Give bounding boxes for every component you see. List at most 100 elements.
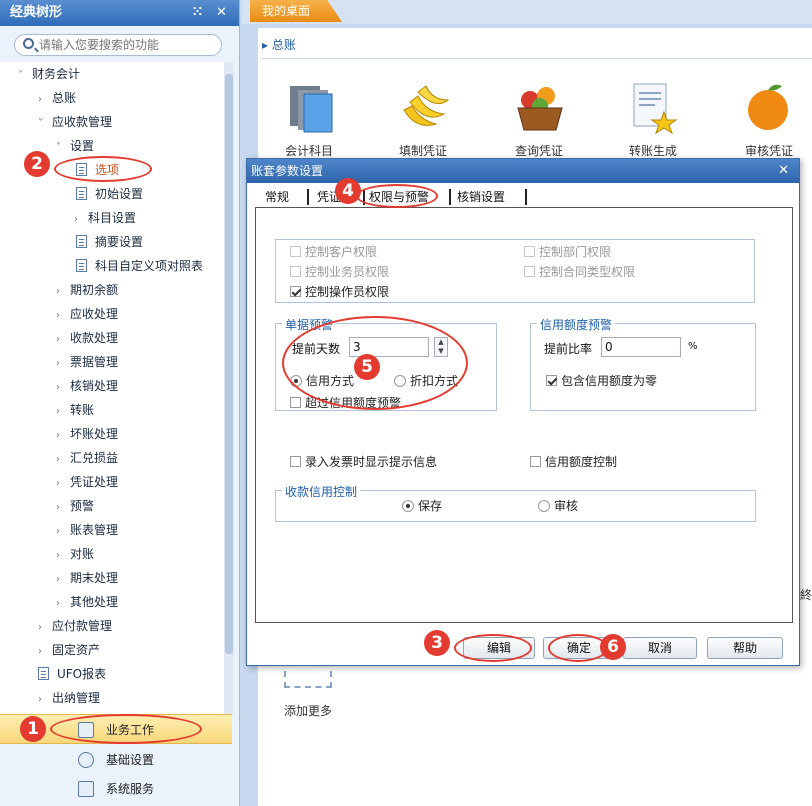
chevron-right-icon[interactable]: › — [56, 568, 70, 592]
chevron-right-icon[interactable]: › — [56, 520, 70, 544]
chevron-right-icon[interactable]: › — [56, 424, 70, 448]
tree-item-bad-debt[interactable]: › 坏账处理 — [56, 422, 118, 446]
chevron-down-icon[interactable]: ˅ — [18, 64, 32, 88]
tree-item-ufo-report[interactable]: UFO报表 — [38, 662, 106, 686]
tree-item-other-processing[interactable]: › 其他处理 — [56, 590, 118, 614]
app-label-transfer-generate: 转账生成 — [628, 144, 677, 158]
chevron-right-icon[interactable]: › — [38, 688, 52, 712]
tree-item-writeoff-processing[interactable]: › 核销处理 — [56, 374, 118, 398]
ratio-input[interactable] — [601, 337, 681, 357]
checkbox-credit-control[interactable]: 信用额度控制 — [530, 454, 617, 470]
checkbox-include-zero-credit[interactable]: 包含信用额度为零 — [546, 373, 657, 389]
tree-item-cashier[interactable]: › 出纳管理 — [38, 686, 100, 710]
banana-icon[interactable] — [396, 80, 452, 136]
tree-item-transfer[interactable]: › 转账 — [56, 398, 94, 422]
nav-basic-settings[interactable]: 基础设置 — [0, 745, 232, 775]
chevron-right-icon[interactable]: › — [56, 472, 70, 496]
left-sidebar: 经典树形 ⁙ ✕ ˅财务会计 ›总账 ˅应收款管理 ˅设置 选项 初始设置 ›科… — [0, 0, 240, 806]
chevron-right-icon[interactable]: › — [56, 328, 70, 352]
annotation-badge-5: 5 — [354, 354, 380, 380]
dialog-body: 控制客户权限 控制部门权限 控制业务员权限 控制合同类型权限 控制操作员权限 单… — [255, 207, 793, 623]
radio-audit[interactable]: 审核 — [538, 498, 578, 514]
chevron-right-icon[interactable]: › — [56, 496, 70, 520]
tree-item-summary-settings[interactable]: 摘要设置 — [76, 230, 143, 254]
orange-icon[interactable] — [740, 80, 796, 136]
tree-item-warning[interactable]: › 预警 — [56, 494, 94, 518]
checkbox-invoice-prompt[interactable]: 录入发票时显示提示信息 — [290, 454, 437, 470]
document-icon — [76, 235, 87, 248]
dialog-title-bar: 账套参数设置 ✕ — [247, 159, 799, 183]
nav-system-service[interactable]: 系统服务 — [0, 774, 232, 804]
tree-item-settings[interactable]: ˅ 设置 — [56, 134, 94, 158]
chevron-right-icon[interactable]: › — [74, 208, 88, 232]
sidebar-title: 经典树形 — [10, 5, 63, 20]
tree-item-exchange-gain-loss[interactable]: › 汇兑损益 — [56, 446, 118, 470]
tree-item-initial-settings[interactable]: 初始设置 — [76, 182, 143, 206]
tree-item-receivable-processing[interactable]: › 应收处理 — [56, 302, 118, 326]
chevron-right-icon[interactable]: › — [38, 88, 52, 112]
chevron-down-icon[interactable]: ˅ — [56, 136, 70, 160]
tree-item-account-settings[interactable]: › 科目设置 — [74, 206, 136, 230]
tree-item-opening-balance[interactable]: › 期初余额 — [56, 278, 118, 302]
tab-writeoff-settings[interactable]: 核销设置 — [457, 187, 505, 207]
tree-item-payables[interactable]: › 应付款管理 — [38, 614, 112, 638]
checkbox-ctrl-salesperson[interactable]: 控制业务员权限 — [290, 264, 389, 280]
chevron-right-icon[interactable]: › — [56, 376, 70, 400]
scrollbar-thumb[interactable] — [225, 74, 233, 654]
section-title-general-ledger[interactable]: ▸ 总账 — [262, 36, 296, 53]
receipt-credit-group: 收款信用控制 — [275, 483, 756, 522]
chevron-right-icon[interactable]: › — [56, 280, 70, 304]
chevron-right-icon[interactable]: › — [38, 640, 52, 664]
cancel-button[interactable]: 取消 — [623, 637, 697, 659]
checkmark-icon — [290, 286, 301, 297]
tree-item-voucher-processing[interactable]: › 凭证处理 — [56, 470, 118, 494]
fruit-basket-icon[interactable] — [512, 80, 568, 136]
search-input[interactable] — [39, 37, 214, 53]
app-label-fill-voucher: 填制凭证 — [398, 144, 447, 158]
radio-save[interactable]: 保存 — [402, 498, 442, 514]
chevron-right-icon[interactable]: › — [56, 400, 70, 424]
annotation-ellipse-ok — [548, 634, 608, 662]
annotation-ellipse-business-work — [50, 714, 202, 744]
tree-item-period-end[interactable]: › 期末处理 — [56, 566, 118, 590]
tree-scrollbar[interactable] — [224, 62, 234, 714]
tree-item-fixed-assets[interactable]: › 固定资产 — [38, 638, 100, 662]
help-button[interactable]: 帮助 — [707, 637, 783, 659]
chevron-right-icon[interactable]: › — [56, 544, 70, 568]
checkbox-ctrl-customer[interactable]: 控制客户权限 — [290, 244, 377, 260]
chevron-right-icon[interactable]: › — [56, 352, 70, 376]
search-box[interactable] — [14, 34, 222, 56]
tree-item-receivables[interactable]: ˅ 应收款管理 — [38, 110, 112, 134]
account-param-dialog: 账套参数设置 ✕ 常规 凭证 权限与预警 核销设置 控制客户权限 控制部门权限 … — [246, 158, 800, 666]
chevron-right-icon[interactable]: › — [56, 304, 70, 328]
tree-item-reconciliation[interactable]: › 对账 — [56, 542, 94, 566]
tree-item-report-management[interactable]: › 账表管理 — [56, 518, 118, 542]
document-icon — [76, 259, 87, 272]
chevron-right-icon[interactable]: › — [56, 448, 70, 472]
tab-my-desktop[interactable]: 我的桌面 — [250, 0, 342, 22]
close-icon[interactable]: ✕ — [778, 159, 789, 183]
annotation-ellipse-permission-tab — [356, 184, 438, 208]
annotation-badge-3: 3 — [424, 630, 450, 656]
chart-of-accounts-icon[interactable] — [284, 80, 340, 136]
tree-item-general-ledger[interactable]: › 总账 — [38, 86, 76, 110]
checkbox-ctrl-contract-type[interactable]: 控制合同类型权限 — [524, 264, 635, 280]
system-service-icon — [78, 781, 94, 797]
chevron-right-icon[interactable]: › — [56, 592, 70, 616]
tree-item-finance[interactable]: ˅ 财务会计 — [18, 62, 80, 86]
add-more-label: 添加更多 — [284, 704, 333, 718]
chevron-down-icon[interactable]: ˅ — [38, 112, 52, 136]
tree-item-custom-mapping[interactable]: 科目自定义项对照表 — [76, 254, 203, 278]
ratio-label: 提前比率 — [544, 342, 593, 356]
tree-item-collection-processing[interactable]: › 收款处理 — [56, 326, 118, 350]
close-icon[interactable]: ✕ — [216, 0, 227, 26]
checkbox-ctrl-operator[interactable]: 控制操作员权限 — [290, 284, 389, 300]
checkbox-ctrl-department[interactable]: 控制部门权限 — [524, 244, 611, 260]
document-star-icon[interactable] — [624, 80, 680, 136]
pin-icon[interactable]: ⁙ — [192, 0, 203, 26]
tab-general[interactable]: 常规 — [265, 187, 289, 207]
dialog-title: 账套参数设置 — [251, 164, 324, 178]
tree-item-bill-management[interactable]: › 票据管理 — [56, 350, 118, 374]
tab-separator — [307, 189, 309, 205]
chevron-right-icon[interactable]: › — [38, 616, 52, 640]
